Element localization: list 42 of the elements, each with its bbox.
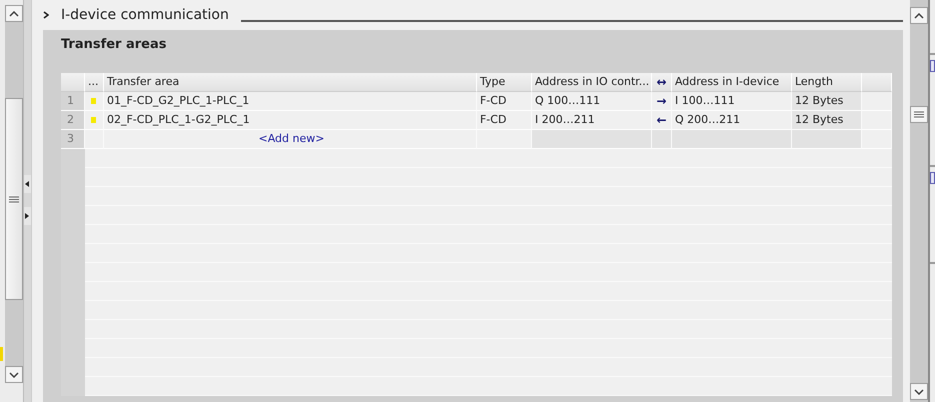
scrollbar[interactable] (910, 0, 928, 402)
column-header[interactable]: Length (792, 73, 862, 92)
column-header[interactable]: ↔ (652, 73, 672, 92)
column-header[interactable]: Transfer area (104, 73, 477, 92)
grip-icon (9, 196, 19, 202)
table-cell: → (652, 92, 672, 111)
section-title: I-device communication (60, 7, 229, 23)
grip-icon (914, 111, 924, 118)
table-cell: Q 100…111 (532, 92, 652, 111)
table-cell: F-CD (476, 111, 532, 130)
status-icon (91, 98, 96, 104)
up-chevron-icon (914, 12, 924, 18)
header-cell (862, 73, 892, 92)
panel-title: Transfer areas (60, 36, 168, 54)
column-header[interactable]: Address in IO contr... (532, 73, 652, 92)
scroll-thumb[interactable] (5, 98, 23, 300)
table-cell: 12 Bytes (792, 92, 862, 111)
table-cell: F-CD (476, 92, 532, 111)
table-cell: I 100…111 (672, 92, 792, 111)
scrollbar[interactable] (5, 5, 23, 383)
scroll-up-button[interactable] (5, 5, 23, 22)
row-number: 2 (60, 111, 85, 130)
table-cell: 12 Bytes (792, 111, 862, 130)
column-header[interactable]: Address in I-device (672, 73, 792, 92)
column-header[interactable]: Type (476, 73, 532, 92)
table-cell: 02_F-CD_PLC_1-G2_PLC_1 (104, 111, 477, 130)
scroll-thumb[interactable] (910, 106, 928, 123)
row-number: 1 (60, 92, 85, 111)
table-cell: 01_F-CD_G2_PLC_1-PLC_1 (104, 92, 477, 111)
down-chevron-icon (914, 388, 924, 394)
scroll-down-button[interactable] (910, 383, 928, 400)
up-chevron-icon (9, 10, 19, 16)
row-number: 3 (60, 130, 85, 149)
status-icon (91, 117, 96, 123)
header-cell (60, 73, 85, 92)
marker-icon (0, 347, 3, 361)
scroll-down-button[interactable] (5, 366, 23, 383)
down-chevron-icon (9, 372, 19, 378)
chevron-icon[interactable] (42, 11, 49, 19)
column-header[interactable]: ... (84, 73, 104, 92)
add-new-link[interactable]: <Add new> (258, 132, 324, 145)
scroll-up-button[interactable] (910, 7, 928, 24)
